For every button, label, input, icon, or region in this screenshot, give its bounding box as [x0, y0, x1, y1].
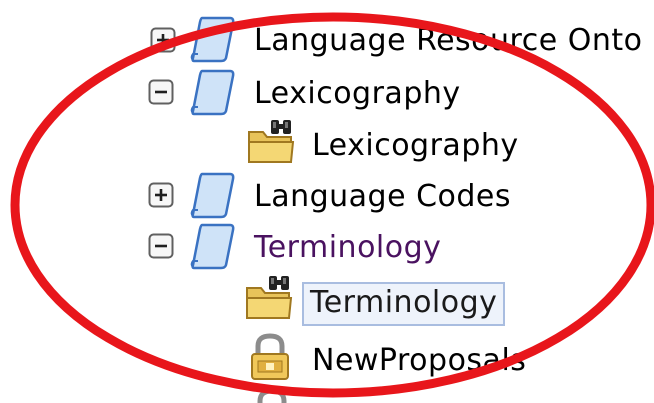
tree-view: Language Resource Onto Lexicography Lexi… [0, 0, 654, 403]
scroll-icon [190, 172, 235, 219]
tree-item-label: Terminology [302, 282, 506, 326]
tree-item[interactable]: Terminology [254, 224, 441, 272]
scroll-icon [190, 223, 235, 270]
collapse-toggle-icon[interactable] [148, 79, 174, 105]
folder-binoculars-icon [248, 120, 295, 163]
tree-item[interactable]: Language Resource Onto [254, 17, 642, 65]
tree-item[interactable]: Lexicography [254, 70, 461, 118]
tree-item-selected[interactable]: Terminology [302, 280, 506, 328]
tree-item-label: Language Codes [254, 179, 512, 214]
expand-toggle-icon[interactable] [148, 182, 174, 208]
collapse-toggle-icon[interactable] [148, 233, 174, 259]
tree-item-label: Language Resource Onto [254, 23, 643, 58]
tree-item[interactable]: Lexicography [312, 122, 519, 170]
tree-item[interactable]: NewProposals [312, 337, 526, 385]
tree-item-label: NewProposals [312, 343, 527, 378]
scroll-icon [190, 69, 235, 116]
tree-item[interactable]: Language Codes [254, 173, 511, 221]
padlock-icon [251, 333, 289, 380]
tree-item-label: Terminology [254, 230, 442, 265]
scroll-icon [190, 16, 235, 63]
padlock-icon [257, 388, 287, 403]
folder-binoculars-icon [246, 276, 293, 319]
tree-item-label: Lexicography [312, 128, 519, 163]
expand-toggle-icon[interactable] [150, 27, 176, 53]
tree-item-label: Lexicography [254, 76, 461, 111]
